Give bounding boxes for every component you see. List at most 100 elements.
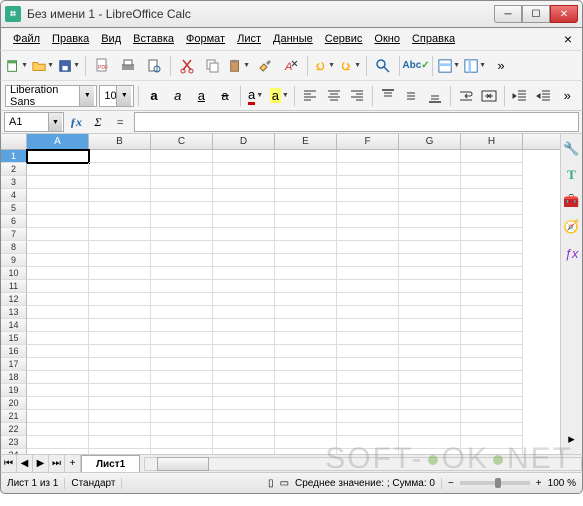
cell[interactable]: [399, 397, 461, 410]
cell[interactable]: [151, 215, 213, 228]
cell[interactable]: [213, 241, 275, 254]
cell[interactable]: [213, 449, 275, 454]
sheet-next-button[interactable]: ▶: [33, 455, 49, 472]
cell[interactable]: [461, 410, 523, 423]
row-header[interactable]: 17: [1, 358, 27, 371]
bold-button[interactable]: a: [143, 84, 165, 108]
cell[interactable]: [213, 254, 275, 267]
cell[interactable]: [461, 241, 523, 254]
cell[interactable]: [461, 358, 523, 371]
cell[interactable]: [89, 215, 151, 228]
cell[interactable]: [275, 332, 337, 345]
print-preview-button[interactable]: [142, 54, 166, 78]
row-header[interactable]: 12: [1, 293, 27, 306]
cell[interactable]: [89, 332, 151, 345]
cell[interactable]: [337, 371, 399, 384]
cell[interactable]: [151, 306, 213, 319]
cell[interactable]: [275, 319, 337, 332]
cell[interactable]: [213, 176, 275, 189]
clear-formatting-button[interactable]: A: [279, 54, 303, 78]
cell[interactable]: [213, 436, 275, 449]
cell[interactable]: [213, 189, 275, 202]
cell[interactable]: [337, 280, 399, 293]
menu-window[interactable]: Окно: [368, 31, 406, 47]
paste-button[interactable]: ▼: [227, 54, 251, 78]
formula-input[interactable]: [134, 112, 579, 132]
cell[interactable]: [27, 384, 89, 397]
close-doc-button[interactable]: ×: [560, 31, 576, 47]
cell[interactable]: [337, 306, 399, 319]
cell[interactable]: [275, 384, 337, 397]
menu-file[interactable]: Файл: [7, 31, 46, 47]
cell[interactable]: [89, 319, 151, 332]
cell[interactable]: [151, 449, 213, 454]
menu-insert[interactable]: Вставка: [127, 31, 180, 47]
cell[interactable]: [213, 150, 275, 163]
row-header[interactable]: 4: [1, 189, 27, 202]
cell[interactable]: [461, 423, 523, 436]
cell[interactable]: [399, 280, 461, 293]
cell[interactable]: [337, 176, 399, 189]
new-button[interactable]: ▼: [5, 54, 29, 78]
row-header[interactable]: 6: [1, 215, 27, 228]
menu-service[interactable]: Сервис: [319, 31, 369, 47]
maximize-button[interactable]: ☐: [522, 5, 550, 23]
cell[interactable]: [275, 423, 337, 436]
column-header-h[interactable]: H: [461, 134, 523, 149]
cell[interactable]: [27, 397, 89, 410]
column-header-b[interactable]: B: [89, 134, 151, 149]
cell[interactable]: [213, 345, 275, 358]
cell[interactable]: [337, 241, 399, 254]
cell[interactable]: [213, 202, 275, 215]
cell[interactable]: [461, 345, 523, 358]
cell[interactable]: [213, 358, 275, 371]
cell[interactable]: [213, 423, 275, 436]
cell[interactable]: [89, 397, 151, 410]
menu-edit[interactable]: Правка: [46, 31, 95, 47]
cell[interactable]: [151, 267, 213, 280]
cell[interactable]: [337, 215, 399, 228]
cell[interactable]: [151, 241, 213, 254]
cell[interactable]: [399, 345, 461, 358]
column-header-e[interactable]: E: [275, 134, 337, 149]
cell[interactable]: [213, 293, 275, 306]
row-header[interactable]: 2: [1, 163, 27, 176]
column-header-d[interactable]: D: [213, 134, 275, 149]
row-header[interactable]: 21: [1, 410, 27, 423]
align-middle-button[interactable]: [401, 84, 423, 108]
cell[interactable]: [275, 267, 337, 280]
cell[interactable]: [151, 176, 213, 189]
cell[interactable]: [337, 189, 399, 202]
cell[interactable]: [27, 202, 89, 215]
spreadsheet-grid[interactable]: A B C D E F G H 123456789101112131415161…: [1, 134, 560, 454]
more-format-button[interactable]: »: [556, 84, 578, 108]
row-header[interactable]: 9: [1, 254, 27, 267]
row-header[interactable]: 3: [1, 176, 27, 189]
format-paintbrush-button[interactable]: [253, 54, 277, 78]
cell[interactable]: [151, 410, 213, 423]
cut-button[interactable]: [175, 54, 199, 78]
cell[interactable]: [213, 267, 275, 280]
cell[interactable]: [461, 306, 523, 319]
cell[interactable]: [89, 280, 151, 293]
cell[interactable]: [151, 150, 213, 163]
cell[interactable]: [151, 384, 213, 397]
status-selection-mode[interactable]: ▭: [280, 478, 289, 489]
cell[interactable]: [89, 358, 151, 371]
cell[interactable]: [399, 436, 461, 449]
cell[interactable]: [399, 423, 461, 436]
cell[interactable]: [27, 215, 89, 228]
cell[interactable]: [89, 267, 151, 280]
cell[interactable]: [27, 228, 89, 241]
cell[interactable]: [399, 319, 461, 332]
cell[interactable]: [461, 150, 523, 163]
name-box[interactable]: A1: [4, 112, 64, 132]
cell[interactable]: [89, 371, 151, 384]
row-header[interactable]: 8: [1, 241, 27, 254]
cell[interactable]: [89, 254, 151, 267]
merge-cells-button[interactable]: [478, 84, 500, 108]
cell[interactable]: [461, 371, 523, 384]
cell[interactable]: [461, 163, 523, 176]
cell[interactable]: [275, 436, 337, 449]
cell[interactable]: [461, 397, 523, 410]
